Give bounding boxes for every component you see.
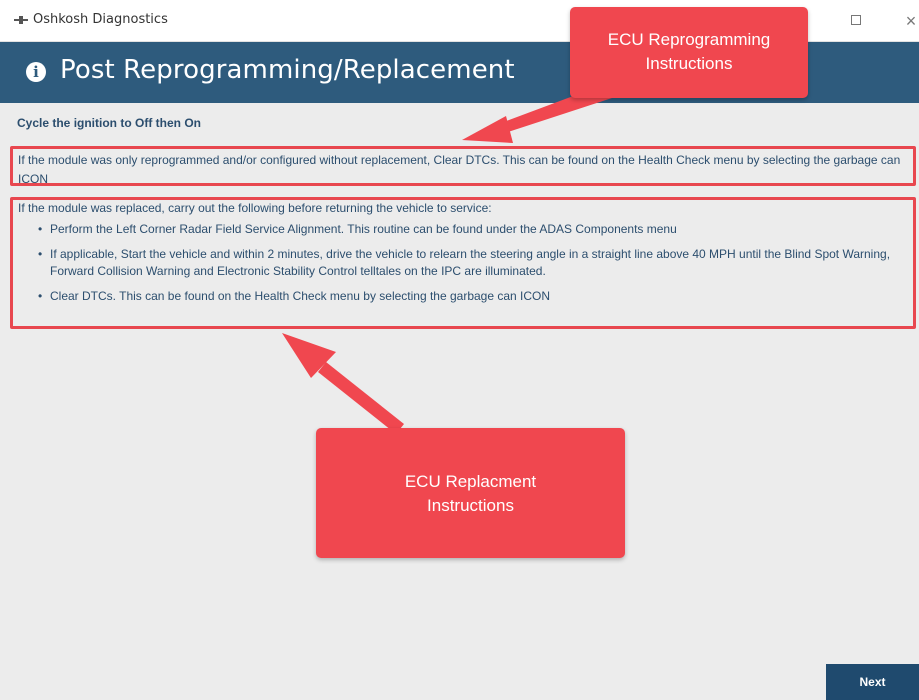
maximize-icon[interactable]: [845, 10, 867, 32]
page-title: Post Reprogramming/Replacement: [60, 55, 515, 85]
window-title: Oshkosh Diagnostics: [33, 12, 168, 27]
close-icon[interactable]: ×: [900, 10, 919, 32]
replacement-highlight-box: [10, 197, 916, 329]
cycle-ignition-instruction: Cycle the ignition to Off then On: [17, 116, 201, 130]
reprogramming-highlight-box: [10, 146, 916, 186]
next-button[interactable]: Next: [826, 664, 919, 700]
info-icon: i: [26, 62, 46, 82]
app-logo-icon: [14, 16, 28, 24]
ecu-replacement-callout: ECU Replacment Instructions: [316, 428, 625, 558]
instructions-panel: Cycle the ignition to Off then On If the…: [0, 103, 919, 700]
ecu-reprogramming-callout: ECU Reprogramming Instructions: [570, 7, 808, 98]
